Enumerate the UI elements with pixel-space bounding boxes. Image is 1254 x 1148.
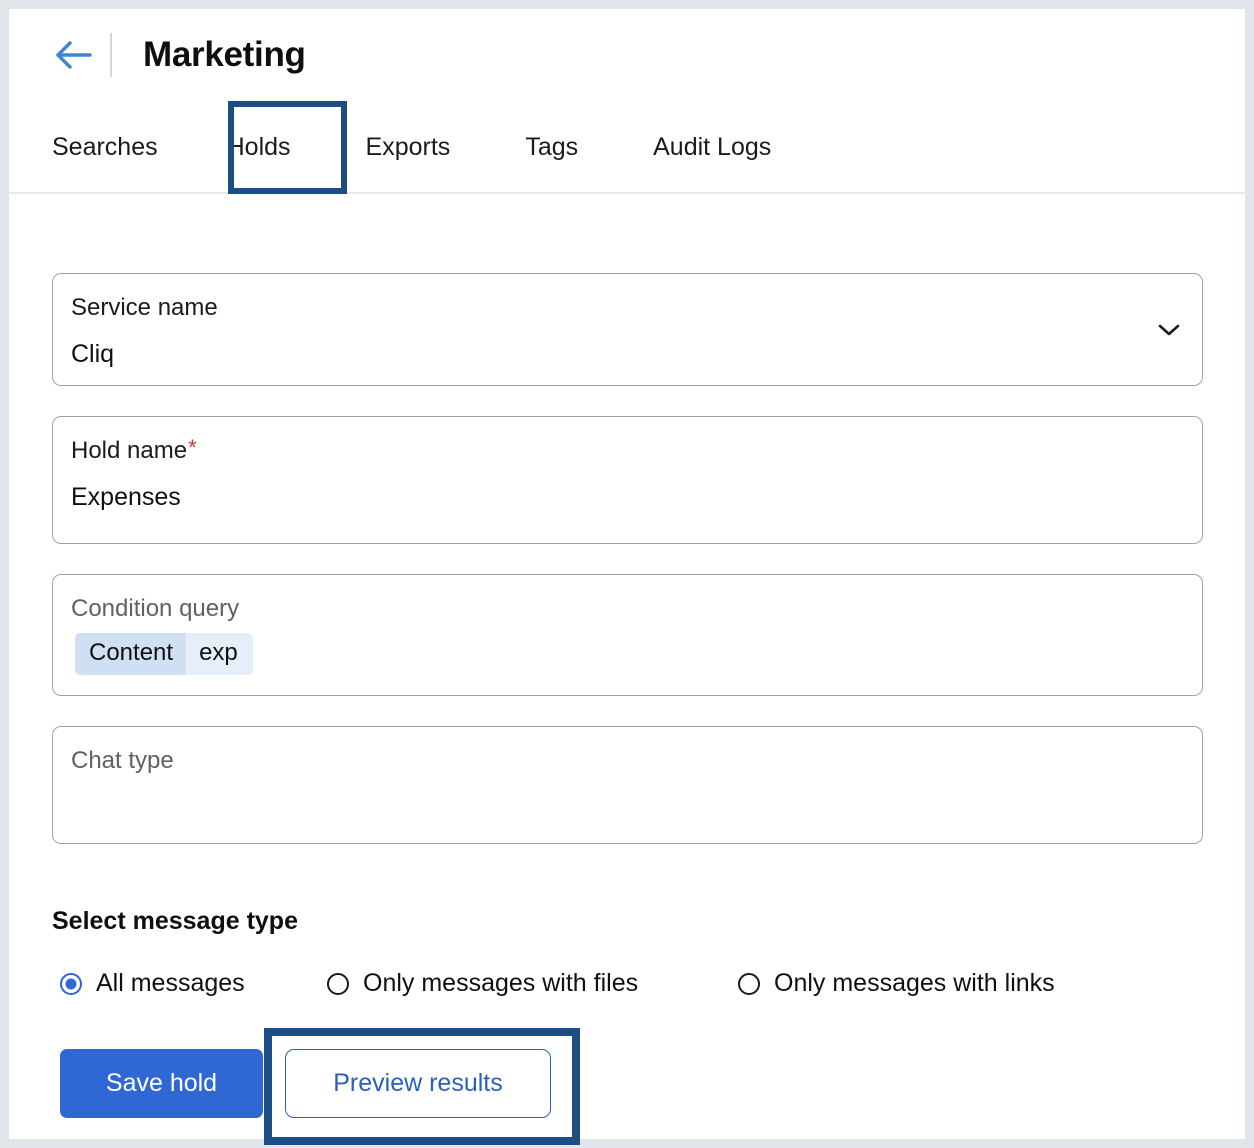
radio-label-only-files: Only messages with files bbox=[363, 969, 639, 997]
service-name-select[interactable]: Service name Cliq bbox=[52, 273, 1203, 386]
chip-key: Content bbox=[75, 633, 187, 675]
radio-icon-selected bbox=[60, 972, 82, 995]
chat-type-placeholder: Chat type bbox=[71, 747, 174, 774]
app-window: Marketing Searches Holds Exports Tags Au… bbox=[9, 9, 1245, 1145]
service-name-label: Service name bbox=[71, 294, 218, 321]
hold-name-input[interactable]: Expenses bbox=[71, 483, 181, 512]
preview-results-button[interactable]: Preview results bbox=[285, 1049, 551, 1118]
page-title: Marketing bbox=[143, 35, 306, 74]
tab-searches[interactable]: Searches bbox=[52, 133, 158, 162]
hold-name-label: Hold name* bbox=[71, 437, 197, 465]
radio-all-messages[interactable]: All messages bbox=[60, 969, 245, 998]
radio-only-messages-with-links[interactable]: Only messages with links bbox=[738, 969, 1055, 998]
tab-tags[interactable]: Tags bbox=[525, 133, 578, 162]
hold-name-field[interactable]: Hold name* Expenses bbox=[52, 416, 1203, 544]
tab-exports[interactable]: Exports bbox=[366, 133, 451, 162]
radio-icon-unselected bbox=[327, 972, 349, 995]
header-divider bbox=[110, 33, 112, 77]
message-type-title: Select message type bbox=[52, 907, 298, 935]
radio-label-all-messages: All messages bbox=[96, 969, 245, 997]
radio-icon-unselected bbox=[738, 972, 760, 995]
page-header: Marketing bbox=[9, 9, 1245, 101]
chat-type-field[interactable]: Chat type bbox=[52, 726, 1203, 844]
tab-bar: Searches Holds Exports Tags Audit Logs bbox=[9, 101, 1245, 194]
condition-query-chip[interactable]: Content exp bbox=[75, 633, 253, 675]
save-hold-button[interactable]: Save hold bbox=[60, 1049, 263, 1118]
condition-query-label: Condition query bbox=[71, 595, 240, 622]
radio-only-messages-with-files[interactable]: Only messages with files bbox=[327, 969, 638, 998]
required-asterisk: * bbox=[188, 435, 197, 460]
arrow-left-icon bbox=[56, 41, 92, 69]
chevron-down-icon[interactable] bbox=[1156, 317, 1182, 343]
radio-label-only-links: Only messages with links bbox=[774, 969, 1055, 997]
tab-audit-logs[interactable]: Audit Logs bbox=[653, 133, 771, 162]
hold-name-label-text: Hold name bbox=[71, 437, 188, 464]
condition-query-field[interactable]: Condition query Content exp bbox=[52, 574, 1203, 696]
chip-value: exp bbox=[186, 633, 253, 675]
tab-bar-divider bbox=[9, 192, 1245, 194]
tab-holds[interactable]: Holds bbox=[227, 133, 291, 162]
service-name-value: Cliq bbox=[71, 340, 115, 368]
back-button[interactable] bbox=[42, 24, 104, 86]
